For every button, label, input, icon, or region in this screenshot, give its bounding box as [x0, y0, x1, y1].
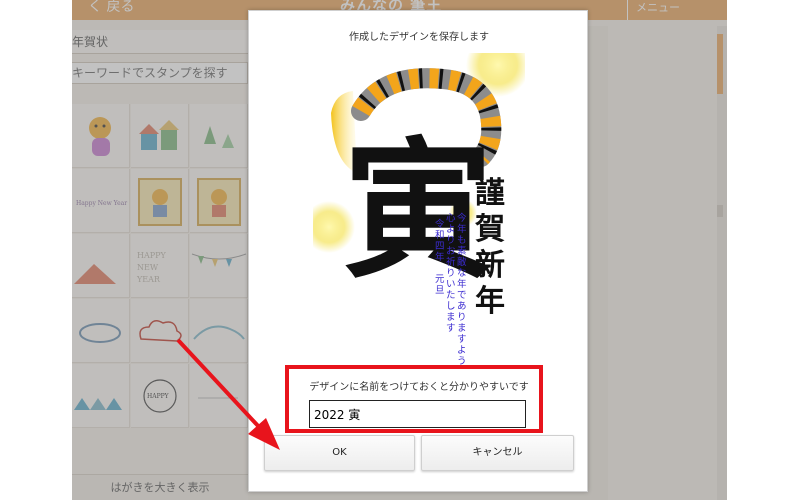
message-line-1: 今年も素敵な年でありますよう [457, 212, 467, 367]
dialog-title: 作成したデザインを保存します [349, 32, 489, 43]
card-kanji: 寅 [343, 123, 493, 299]
greeting-char-4: 年 [475, 284, 505, 319]
postcard-preview: 寅 謹 賀 新 年 今年も素敵な年でありますよう 心よりお祈りいたします 令和四… [313, 53, 525, 371]
message-line-3: 令和四年 元旦 [435, 218, 445, 296]
highlight-box [285, 365, 543, 433]
greeting-char-1: 謹 [475, 176, 505, 211]
cancel-button[interactable]: キャンセル [421, 435, 574, 471]
ok-button[interactable]: OK [264, 435, 415, 471]
message-line-2: 心よりお祈りいたします [446, 213, 456, 334]
greeting-char-2: 賀 [475, 212, 505, 247]
greeting-char-3: 新 [475, 248, 505, 283]
card-greeting: 謹 賀 新 年 [475, 176, 505, 319]
